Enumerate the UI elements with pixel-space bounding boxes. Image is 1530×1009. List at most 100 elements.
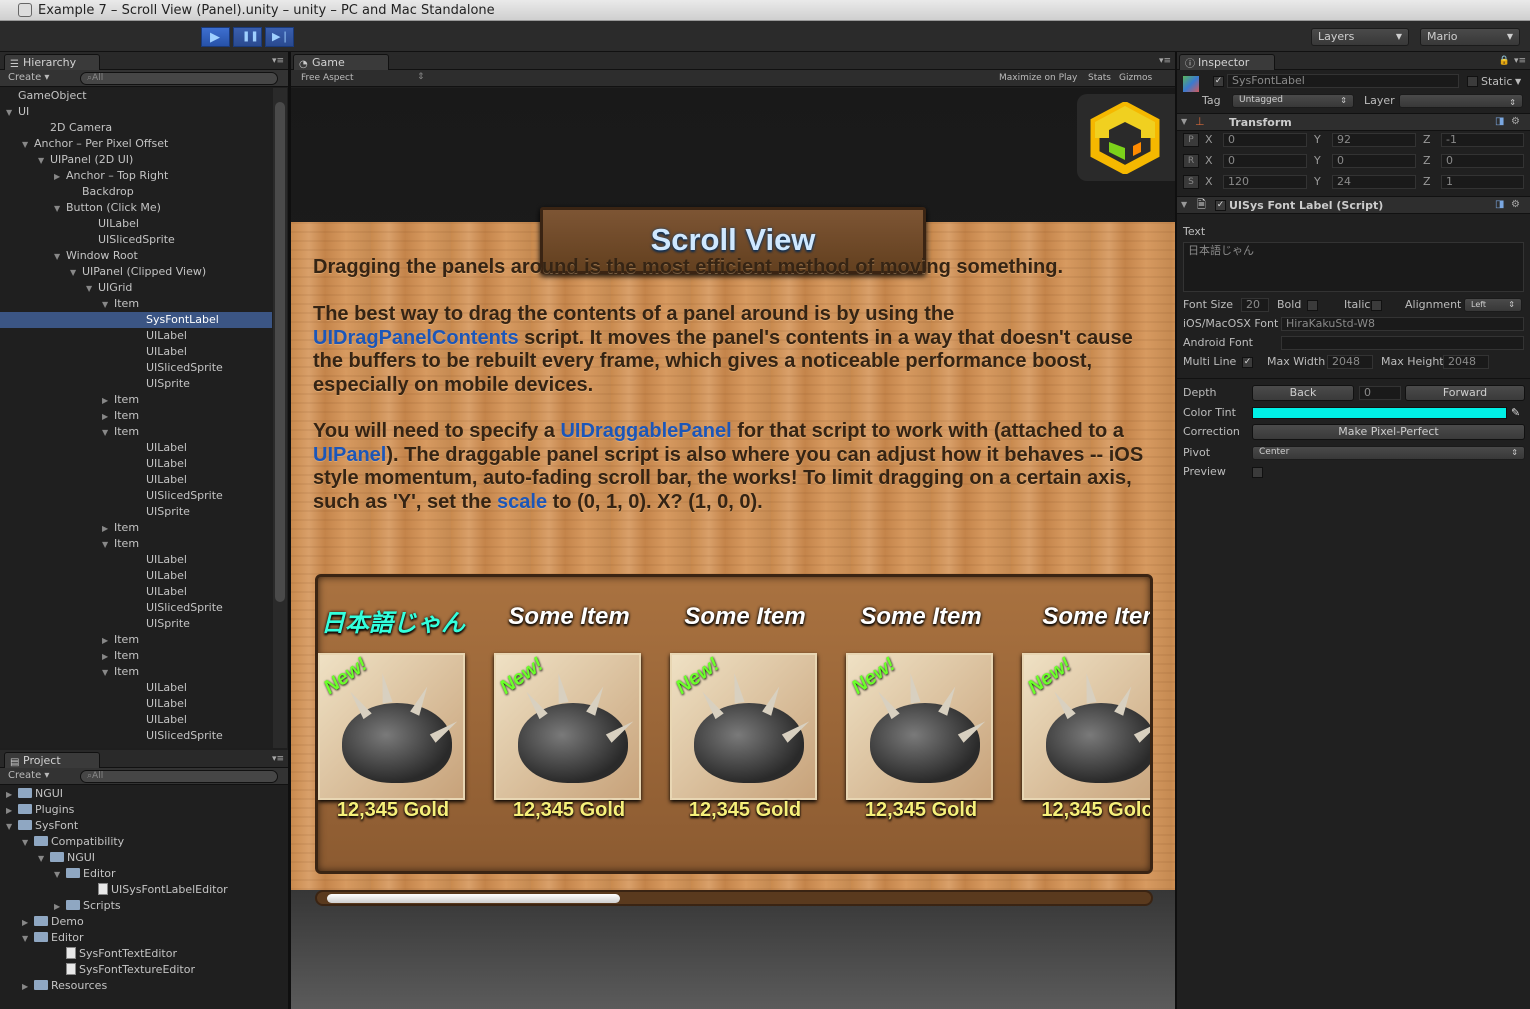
hierarchy-scrollbar[interactable] bbox=[273, 88, 287, 748]
transform-x-field[interactable]: 0 bbox=[1223, 154, 1307, 168]
hierarchy-row[interactable]: ▶ Item bbox=[0, 648, 272, 664]
hierarchy-row[interactable]: UISprite bbox=[0, 616, 272, 632]
lock-icon[interactable]: 🔒 bbox=[1499, 56, 1510, 66]
ios-font-field[interactable]: HiraKakuStd-W8 bbox=[1281, 317, 1524, 331]
hierarchy-row[interactable]: ▼ UI bbox=[0, 104, 272, 120]
project-create-button[interactable]: Create ▾ bbox=[8, 770, 49, 781]
hierarchy-row[interactable]: ▼ Window Root bbox=[0, 248, 272, 264]
horizontal-scroll-thumb[interactable] bbox=[327, 894, 620, 903]
layer-dropdown[interactable]: ⇕ bbox=[1399, 94, 1523, 108]
hierarchy-row[interactable]: Backdrop bbox=[0, 184, 272, 200]
hierarchy-row[interactable]: UILabel bbox=[0, 440, 272, 456]
hierarchy-row[interactable]: GameObject bbox=[0, 88, 272, 104]
layout-dropdown[interactable]: Mario ▼ bbox=[1420, 28, 1520, 46]
chevron-down-icon[interactable]: ▼ bbox=[1515, 74, 1521, 90]
transform-y-field[interactable]: 0 bbox=[1332, 154, 1416, 168]
horizontal-scrollbar[interactable] bbox=[315, 890, 1153, 906]
collapsed-arrow-icon[interactable]: ▶ bbox=[102, 633, 114, 649]
project-row[interactable]: ▼ Editor bbox=[0, 930, 272, 946]
project-row[interactable]: ▶ Resources bbox=[0, 978, 272, 994]
bold-checkbox[interactable] bbox=[1307, 300, 1318, 311]
hierarchy-row[interactable]: UILabel bbox=[0, 680, 272, 696]
panel-menu-icon[interactable]: ▾≡ bbox=[1159, 56, 1171, 66]
project-row[interactable]: ▶ Demo bbox=[0, 914, 272, 930]
expanded-arrow-icon[interactable]: ▼ bbox=[22, 835, 34, 851]
hierarchy-row[interactable]: ▼ Button (Click Me) bbox=[0, 200, 272, 216]
transform-z-field[interactable]: -1 bbox=[1441, 133, 1524, 147]
hierarchy-row[interactable]: ▼ Item bbox=[0, 296, 272, 312]
transform-x-field[interactable]: 120 bbox=[1223, 175, 1307, 189]
hierarchy-row[interactable]: ▶ Item bbox=[0, 408, 272, 424]
hierarchy-row[interactable]: ▶ Item bbox=[0, 392, 272, 408]
hierarchy-row[interactable]: ▼ UIPanel (2D UI) bbox=[0, 152, 272, 168]
depth-back-button[interactable]: Back bbox=[1252, 385, 1354, 401]
transform-y-field[interactable]: 24 bbox=[1332, 175, 1416, 189]
collapsed-arrow-icon[interactable]: ▶ bbox=[102, 393, 114, 409]
hierarchy-row[interactable]: ▼ UIPanel (Clipped View) bbox=[0, 264, 272, 280]
hierarchy-row[interactable]: UILabel bbox=[0, 696, 272, 712]
expanded-arrow-icon[interactable]: ▼ bbox=[54, 867, 66, 883]
shop-item[interactable]: Some Item New! 12,345 Gold bbox=[660, 577, 830, 867]
play-button[interactable]: ▶ bbox=[201, 27, 230, 47]
collapsed-arrow-icon[interactable]: ▶ bbox=[102, 409, 114, 425]
hierarchy-row[interactable]: ▼ Item bbox=[0, 664, 272, 680]
expanded-arrow-icon[interactable]: ▼ bbox=[54, 249, 66, 265]
project-row[interactable]: ▼ Compatibility bbox=[0, 834, 272, 850]
project-row[interactable]: ▼ SysFont bbox=[0, 818, 272, 834]
shop-item[interactable]: Some Iter New! 12,345 Golc bbox=[1012, 577, 1150, 867]
collapsed-arrow-icon[interactable]: ▶ bbox=[102, 521, 114, 537]
project-row[interactable]: ▶ NGUI bbox=[0, 786, 272, 802]
expanded-arrow-icon[interactable]: ▼ bbox=[6, 105, 18, 121]
layers-dropdown[interactable]: Layers ▼ bbox=[1311, 28, 1409, 46]
hierarchy-row[interactable]: UILabel bbox=[0, 472, 272, 488]
expanded-arrow-icon[interactable]: ▼ bbox=[22, 931, 34, 947]
preview-checkbox[interactable] bbox=[1252, 467, 1263, 478]
collapsed-arrow-icon[interactable]: ▶ bbox=[22, 979, 34, 995]
android-font-field[interactable] bbox=[1281, 336, 1524, 350]
hierarchy-row[interactable]: UILabel bbox=[0, 568, 272, 584]
expanded-arrow-icon[interactable]: ▼ bbox=[38, 153, 50, 169]
hierarchy-create-button[interactable]: Create ▾ bbox=[8, 72, 49, 83]
tab-inspector[interactable]: ⓘ Inspector bbox=[1179, 54, 1275, 70]
depth-forward-button[interactable]: Forward bbox=[1405, 385, 1525, 401]
expanded-arrow-icon[interactable]: ▼ bbox=[54, 201, 66, 217]
tab-game[interactable]: ◔ Game bbox=[293, 54, 389, 70]
project-search-input[interactable]: ⌕All bbox=[80, 770, 278, 783]
help-icon[interactable]: ◨ bbox=[1495, 199, 1504, 210]
expanded-arrow-icon[interactable]: ▼ bbox=[6, 819, 18, 835]
project-row[interactable]: ▶ Plugins bbox=[0, 802, 272, 818]
step-button[interactable]: ▶❘ bbox=[265, 27, 294, 47]
project-row[interactable]: ▼ Editor bbox=[0, 866, 272, 882]
hierarchy-row[interactable]: UILabel bbox=[0, 552, 272, 568]
hierarchy-row[interactable]: UILabel bbox=[0, 456, 272, 472]
hierarchy-search-input[interactable]: ⌕All bbox=[80, 72, 278, 85]
project-row[interactable]: SysFontTextureEditor bbox=[0, 962, 272, 978]
active-checkbox[interactable]: ✓ bbox=[1213, 76, 1224, 87]
expanded-arrow-icon[interactable]: ▼ bbox=[102, 537, 114, 553]
hierarchy-row[interactable]: UILabel bbox=[0, 344, 272, 360]
expanded-arrow-icon[interactable]: ▼ bbox=[38, 851, 50, 867]
help-icon[interactable]: ◨ bbox=[1495, 116, 1504, 127]
project-row[interactable]: UISysFontLabelEditor bbox=[0, 882, 272, 898]
project-row[interactable]: SysFontTextEditor bbox=[0, 946, 272, 962]
gizmos-dropdown[interactable]: Gizmos bbox=[1119, 73, 1152, 83]
collapsed-arrow-icon[interactable]: ▶ bbox=[22, 915, 34, 931]
expanded-arrow-icon[interactable]: ▼ bbox=[102, 297, 114, 313]
shop-item[interactable]: Some Item New! 12,345 Gold bbox=[836, 577, 1006, 867]
hierarchy-row[interactable]: 2D Camera bbox=[0, 120, 272, 136]
hierarchy-scroll-thumb[interactable] bbox=[275, 102, 285, 602]
script-header[interactable]: ▼ 🗎 ✓ UISys Font Label (Script) ◨ ⚙ bbox=[1177, 196, 1530, 214]
panel-menu-icon[interactable]: ▾≡ bbox=[272, 56, 284, 66]
collapsed-arrow-icon[interactable]: ▶ bbox=[102, 649, 114, 665]
italic-checkbox[interactable] bbox=[1371, 300, 1382, 311]
pause-button[interactable]: ❚❚ bbox=[233, 27, 262, 47]
alignment-dropdown[interactable]: Left ⇕ bbox=[1464, 298, 1522, 312]
max-width-field[interactable]: 2048 bbox=[1327, 355, 1373, 369]
static-checkbox[interactable] bbox=[1467, 76, 1478, 87]
hierarchy-row[interactable]: UISlicedSprite bbox=[0, 488, 272, 504]
transform-reset-button[interactable]: P bbox=[1183, 133, 1199, 147]
collapsed-arrow-icon[interactable]: ▶ bbox=[6, 787, 18, 803]
hierarchy-row[interactable]: UISlicedSprite bbox=[0, 728, 272, 744]
hierarchy-row[interactable]: UISlicedSprite bbox=[0, 360, 272, 376]
hierarchy-row[interactable]: ▼ Anchor – Per Pixel Offset bbox=[0, 136, 272, 152]
